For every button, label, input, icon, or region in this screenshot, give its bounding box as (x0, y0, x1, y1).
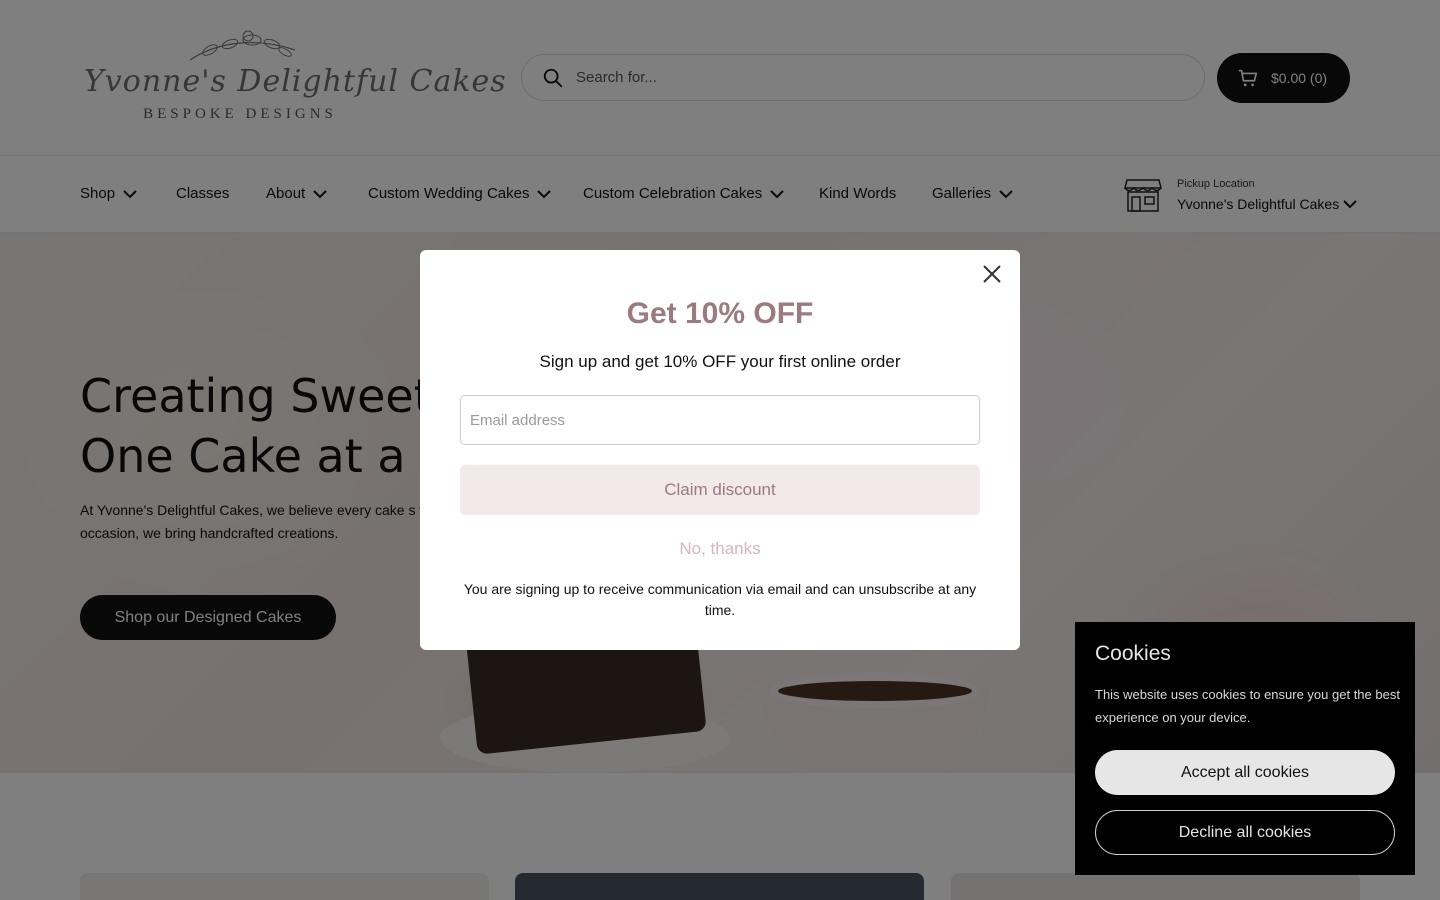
decline-cookies-button[interactable]: Decline all cookies (1095, 810, 1395, 855)
cookie-banner: Cookies This website uses cookies to ens… (1075, 622, 1415, 875)
claim-discount-button[interactable]: Claim discount (460, 465, 980, 515)
cookie-title: Cookies (1095, 642, 1171, 665)
popup-legal-text: You are signing up to receive communicat… (463, 581, 977, 618)
accept-cookies-button[interactable]: Accept all cookies (1095, 750, 1395, 795)
email-field[interactable] (460, 395, 980, 445)
popup-subtitle: Sign up and get 10% OFF your first onlin… (539, 352, 901, 371)
no-thanks-link[interactable]: No, thanks (420, 539, 1020, 559)
cookie-text: This website uses cookies to ensure you … (1095, 687, 1400, 725)
popup-title: Get 10% OFF (626, 297, 814, 330)
discount-popup: Get 10% OFF Sign up and get 10% OFF your… (420, 250, 1020, 650)
close-icon[interactable] (980, 262, 1004, 286)
